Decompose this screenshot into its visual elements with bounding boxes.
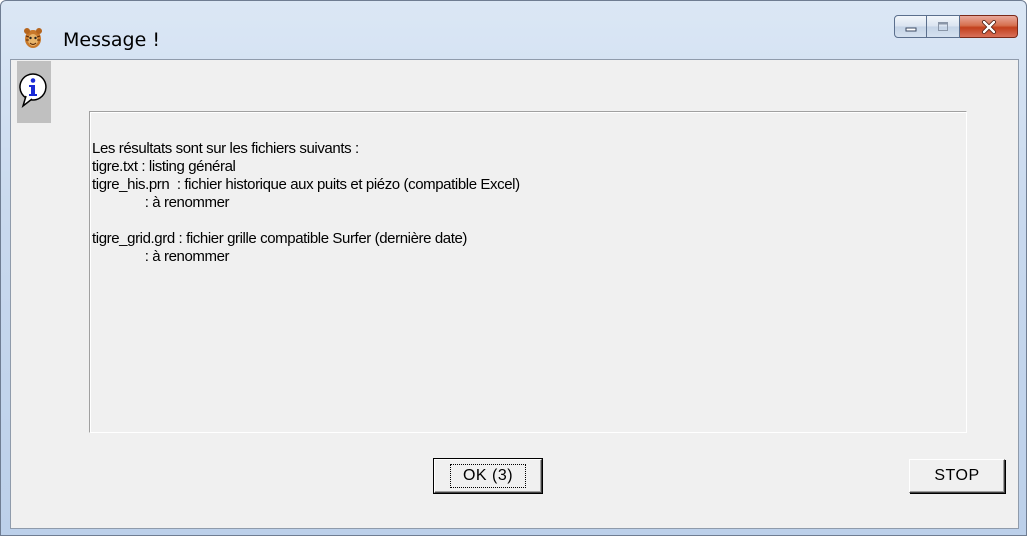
window-title: Message ! — [63, 29, 160, 51]
stop-button-label: STOP — [934, 467, 980, 484]
window-controls — [894, 15, 1018, 39]
message-text: Les résultats sont sur les fichiers suiv… — [92, 140, 520, 265]
minimize-button[interactable] — [894, 15, 927, 38]
message-window: Message ! Les résultats sont sur les fic… — [0, 0, 1027, 536]
minimize-icon — [905, 27, 916, 31]
info-icon — [19, 73, 47, 109]
tiger-app-icon — [24, 28, 42, 48]
stop-button[interactable]: STOP — [909, 459, 1005, 493]
title-bar[interactable]: Message ! — [1, 1, 1026, 59]
ok-button[interactable]: OK (3) — [433, 458, 543, 494]
message-panel: Les résultats sont sur les fichiers suiv… — [89, 111, 967, 433]
close-icon — [981, 19, 996, 34]
close-button[interactable] — [960, 15, 1018, 38]
maximize-button[interactable] — [927, 15, 960, 38]
maximize-icon — [938, 22, 948, 31]
ok-button-label: OK (3) — [449, 464, 527, 488]
